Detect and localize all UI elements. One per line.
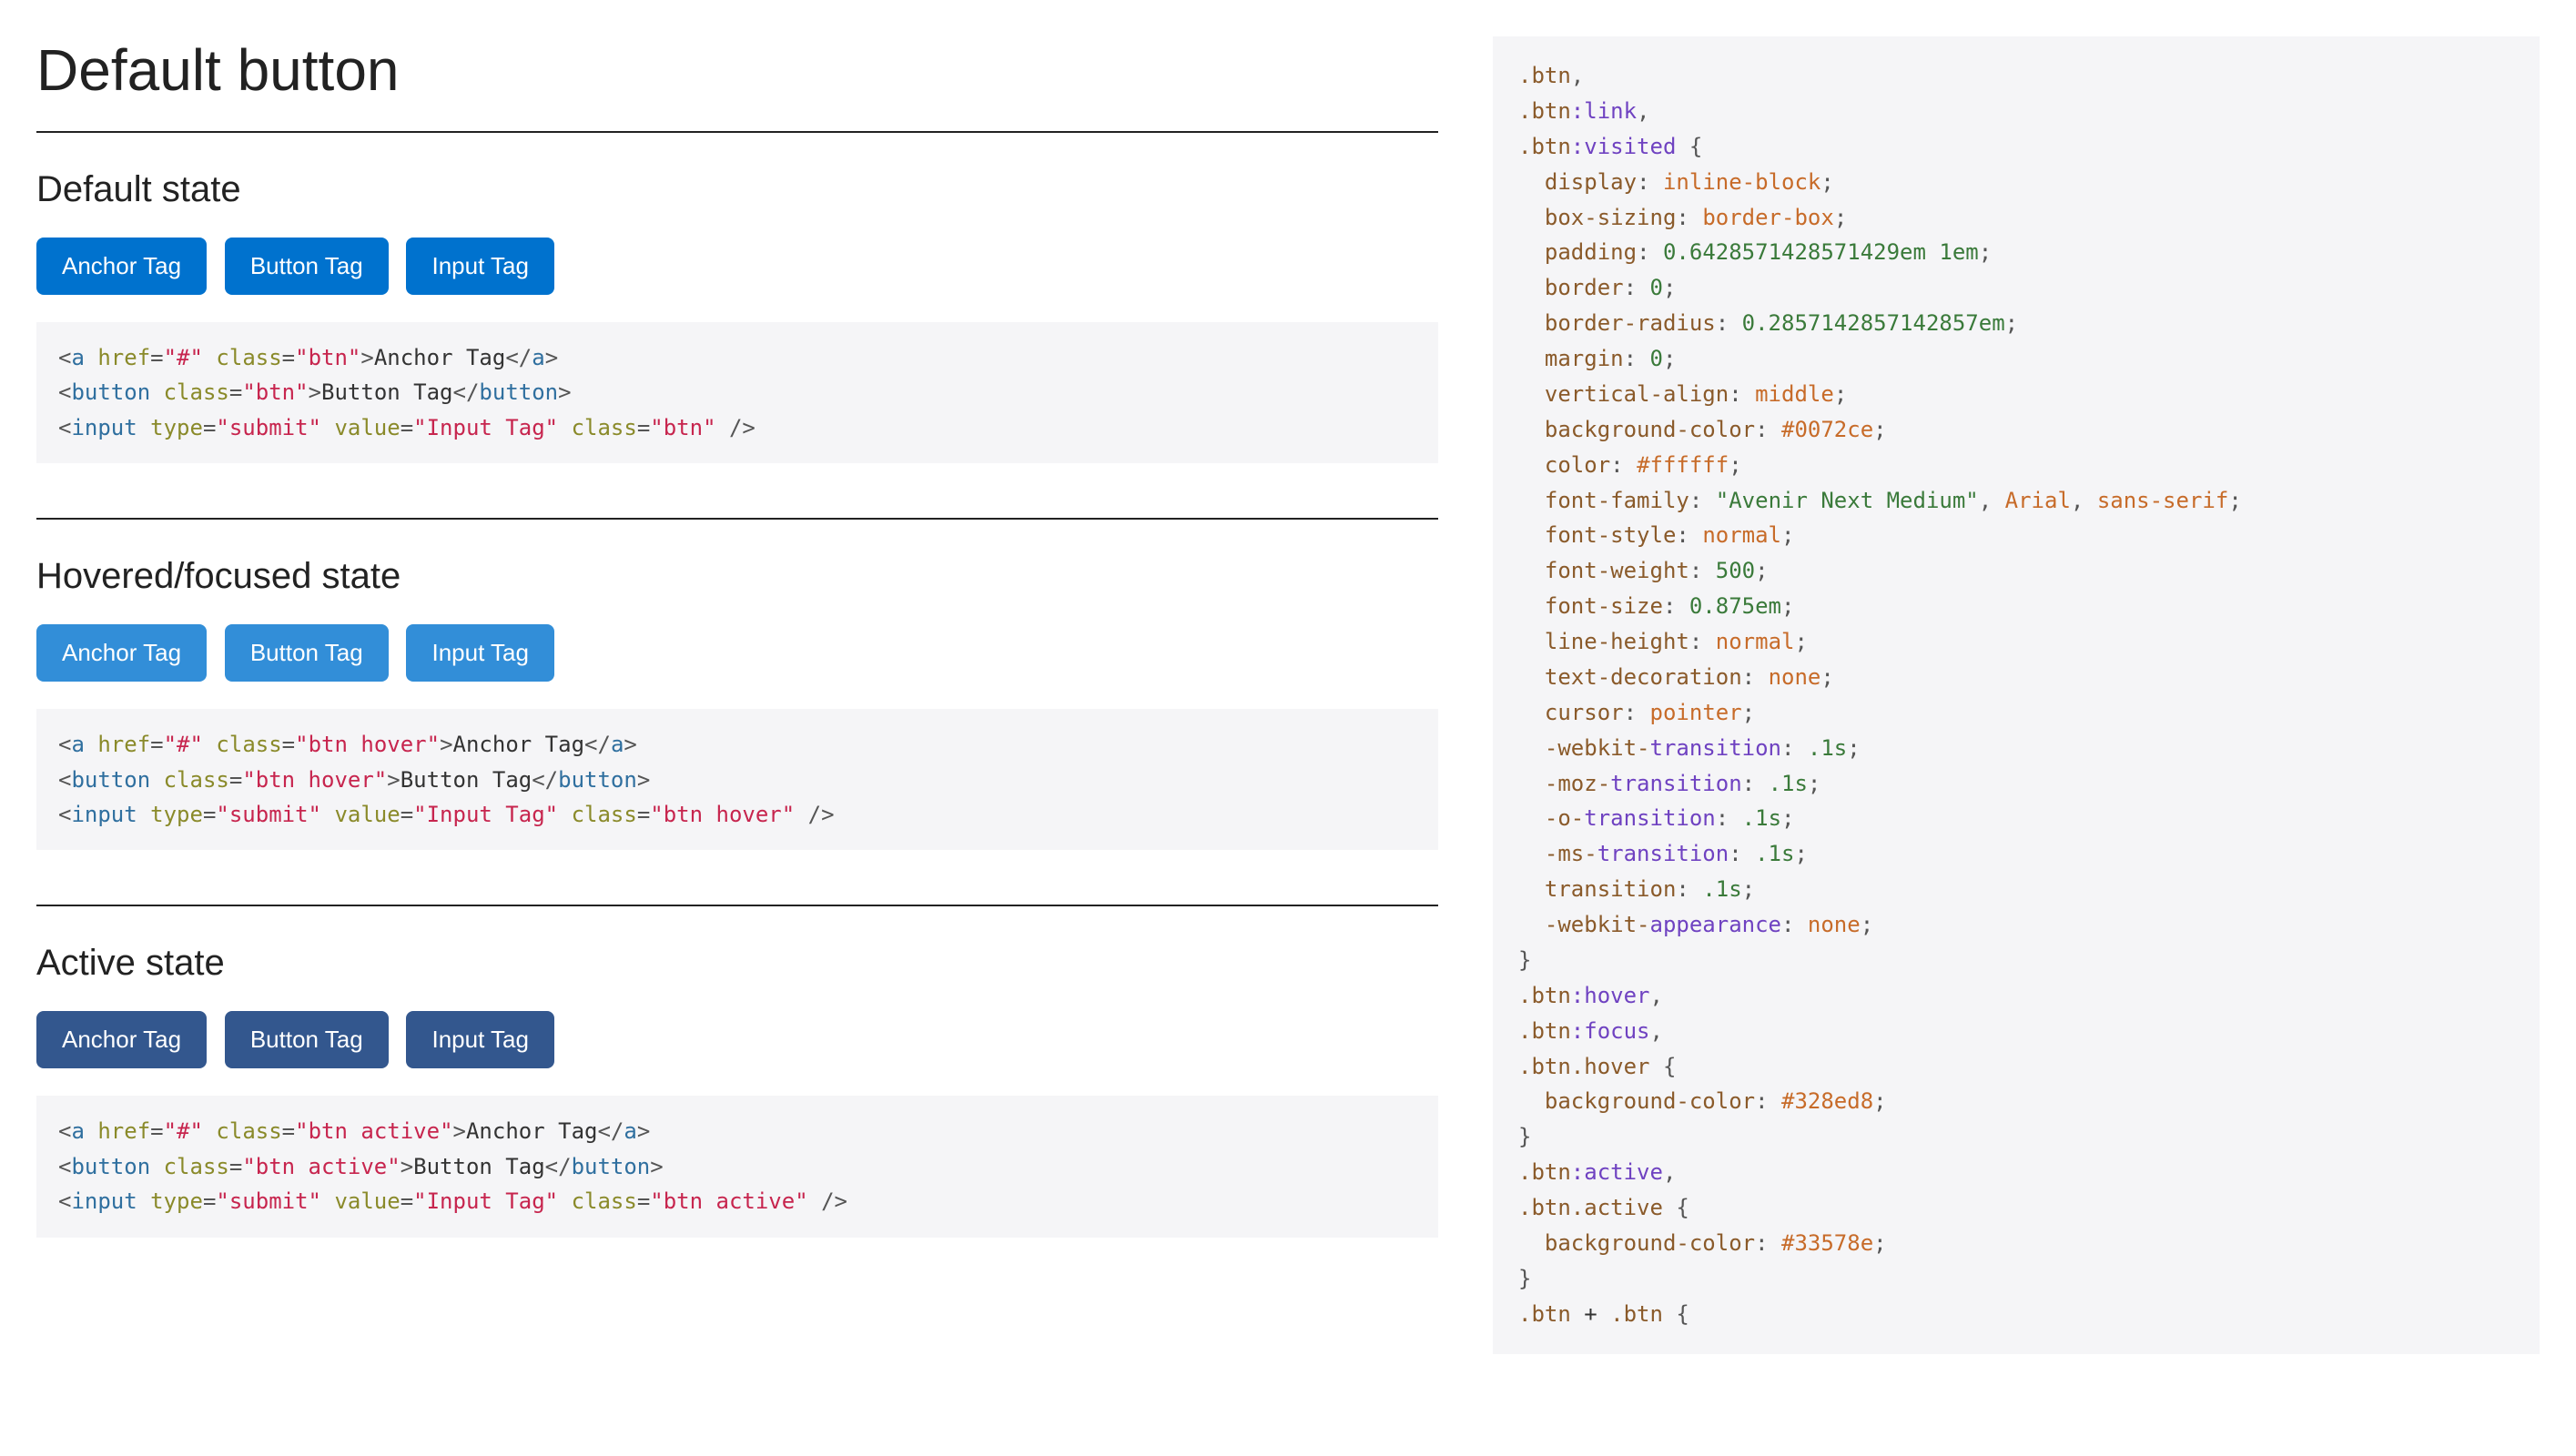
input-button-default[interactable] (406, 238, 554, 295)
anchor-button-default[interactable]: Anchor Tag (36, 238, 207, 295)
button-element-hover[interactable]: Button Tag (225, 624, 389, 682)
button-row-default: Anchor Tag Button Tag (36, 238, 1438, 295)
section-title-default: Default state (36, 169, 1438, 210)
section-rule-2 (36, 905, 1438, 906)
title-rule (36, 131, 1438, 133)
input-button-hover[interactable] (406, 624, 554, 682)
section-title-active: Active state (36, 943, 1438, 984)
button-row-hover: Anchor Tag Button Tag (36, 624, 1438, 682)
button-element-default[interactable]: Button Tag (225, 238, 389, 295)
anchor-button-hover[interactable]: Anchor Tag (36, 624, 207, 682)
code-snippet-active: <a href="#" class="btn active">Anchor Ta… (36, 1096, 1438, 1237)
page-title: Default button (36, 36, 1438, 104)
css-source: .btn, .btn:link, .btn:visited { display:… (1493, 36, 2540, 1354)
button-element-active[interactable]: Button Tag (225, 1011, 389, 1068)
section-rule-1 (36, 518, 1438, 520)
anchor-button-active[interactable]: Anchor Tag (36, 1011, 207, 1068)
examples-column: Default button Default state Anchor Tag … (36, 36, 1438, 1354)
section-title-hover: Hovered/focused state (36, 556, 1438, 597)
page-root: Default button Default state Anchor Tag … (36, 36, 2540, 1354)
css-column: .btn, .btn:link, .btn:visited { display:… (1493, 36, 2540, 1354)
code-snippet-hover: <a href="#" class="btn hover">Anchor Tag… (36, 709, 1438, 850)
code-snippet-default: <a href="#" class="btn">Anchor Tag</a> <… (36, 322, 1438, 463)
button-row-active: Anchor Tag Button Tag (36, 1011, 1438, 1068)
input-button-active[interactable] (406, 1011, 554, 1068)
